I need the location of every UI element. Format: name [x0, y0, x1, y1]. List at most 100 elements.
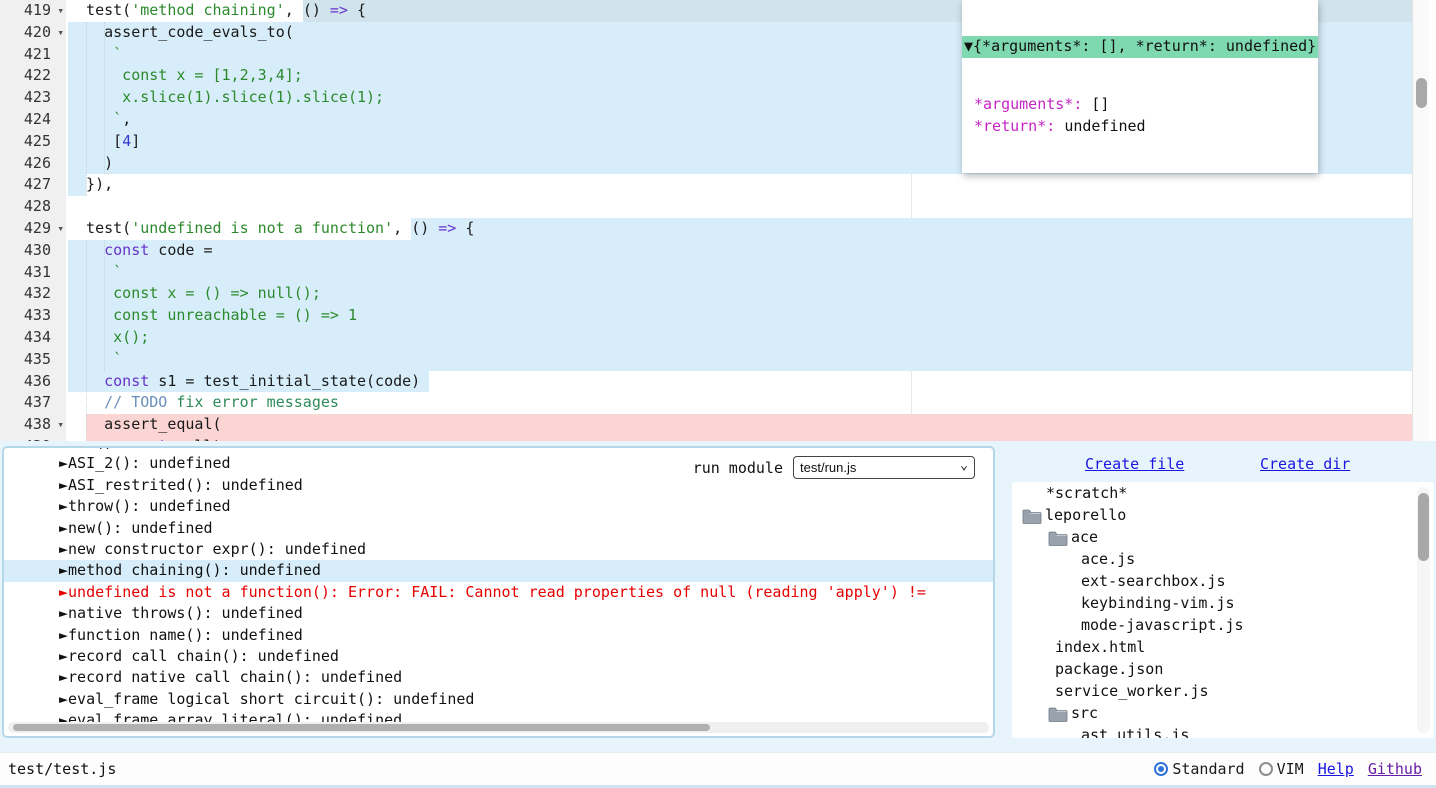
test-result-item[interactable]: ►record native call chain(): undefined: [4, 667, 993, 688]
status-bar: test/test.js Standard VIM Help Github: [0, 752, 1436, 788]
test-result-label: record call chain(): undefined: [68, 647, 339, 665]
tree-file-item[interactable]: keybinding-vim.js: [1012, 592, 1434, 614]
evaluation-highlight: [68, 240, 1412, 262]
tree-file-item[interactable]: *scratch*: [1012, 482, 1434, 504]
tree-item-label: keybinding-vim.js: [1081, 592, 1235, 614]
line-number: 431: [0, 262, 66, 284]
expand-arrow-icon[interactable]: ►: [59, 583, 68, 601]
code-token: test(: [68, 219, 131, 237]
tree-folder-item[interactable]: src: [1012, 702, 1434, 724]
expand-arrow-icon[interactable]: ►: [59, 446, 68, 451]
test-result-item[interactable]: ►method chaining(): undefined: [4, 560, 993, 581]
fold-widget-icon[interactable]: ▾: [57, 414, 64, 436]
vim-radio[interactable]: VIM: [1259, 760, 1304, 778]
test-output-panel: ►ASI(): undefined►ASI_2(): undefined►ASI…: [2, 446, 995, 738]
editor-vertical-scrollbar[interactable]: [1412, 0, 1429, 441]
tree-file-item[interactable]: ace.js: [1012, 548, 1434, 570]
code-line[interactable]: // TODO fix error messages: [68, 392, 1412, 414]
expand-arrow-icon[interactable]: ►: [59, 540, 68, 558]
tooltip-header[interactable]: ▼{*arguments*: [], *return*: undefined}: [962, 36, 1318, 58]
code-token: [: [68, 132, 122, 150]
expand-arrow-icon[interactable]: ►: [59, 690, 68, 708]
expand-arrow-icon[interactable]: ►: [59, 519, 68, 537]
line-number: 428: [0, 196, 66, 218]
expand-arrow-icon[interactable]: ►: [59, 647, 68, 665]
test-result-item[interactable]: ►eval_frame logical short circuit(): und…: [4, 689, 993, 710]
tree-folder-item[interactable]: leporello: [1012, 504, 1434, 526]
code-line[interactable]: x();: [68, 327, 1412, 349]
code-editor[interactable]: 419▾420▾421422423424425426427428429▾4304…: [0, 0, 1436, 441]
test-result-item[interactable]: ►new constructor expr(): undefined: [4, 539, 993, 560]
evaluation-highlight: [68, 262, 1412, 284]
line-number: 432: [0, 283, 66, 305]
tree-item-label: package.json: [1055, 658, 1163, 680]
code-line[interactable]: [68, 196, 1412, 218]
tree-file-item[interactable]: index.html: [1012, 636, 1434, 658]
fold-widget-icon[interactable]: ▾: [57, 22, 64, 44]
code-line[interactable]: assert_equal(: [68, 414, 1412, 436]
test-result-label: native throws(): undefined: [68, 604, 303, 622]
test-result-item[interactable]: ►ASI(): undefined: [4, 446, 993, 453]
output-horizontal-scrollbar[interactable]: [8, 722, 989, 733]
run-module-select[interactable]: test/run.js: [793, 456, 975, 479]
scrollbar-thumb[interactable]: [1418, 493, 1429, 561]
code-line[interactable]: test('undefined is not a function', () =…: [68, 218, 1412, 240]
fold-widget-icon[interactable]: ▾: [57, 0, 64, 22]
test-result-label: throw(): undefined: [68, 497, 231, 515]
run-module-control: run module test/run.js ⌄: [693, 456, 975, 479]
test-result-item[interactable]: ►throw(): undefined: [4, 496, 993, 517]
expand-arrow-icon[interactable]: ►: [59, 561, 68, 579]
code-line[interactable]: `: [68, 262, 1412, 284]
code-token: code =: [149, 241, 212, 259]
test-result-label: ASI_restrited(): undefined: [68, 476, 303, 494]
tooltip-entry[interactable]: *return*: undefined: [962, 116, 1318, 138]
tree-item-label: ast_utils.js: [1081, 724, 1189, 738]
test-result-item[interactable]: ►native throws(): undefined: [4, 603, 993, 624]
tree-item-label: ext-searchbox.js: [1081, 570, 1226, 592]
expand-arrow-icon[interactable]: ►: [59, 476, 68, 494]
expand-arrow-icon[interactable]: ►: [59, 626, 68, 644]
code-line[interactable]: const x = () => null();: [68, 283, 1412, 305]
tooltip-entry[interactable]: *arguments*: []: [962, 94, 1318, 116]
code-token: }),: [68, 175, 113, 193]
tree-vertical-scrollbar[interactable]: [1417, 487, 1430, 733]
code-line[interactable]: `: [68, 349, 1412, 371]
code-token: test(: [68, 1, 131, 19]
test-result-item[interactable]: ►record call chain(): undefined: [4, 646, 993, 667]
editor-gutter: 419▾420▾421422423424425426427428429▾4304…: [0, 0, 66, 441]
code-line[interactable]: }),: [68, 174, 1412, 196]
tree-file-item[interactable]: mode-javascript.js: [1012, 614, 1434, 636]
test-result-item[interactable]: ►function name(): undefined: [4, 625, 993, 646]
expand-arrow-icon[interactable]: ►: [59, 454, 68, 472]
tree-file-item[interactable]: ast_utils.js: [1012, 724, 1434, 738]
line-number: 439: [0, 436, 66, 441]
code-line[interactable]: const calltree = ...: [68, 436, 1412, 441]
line-number: 438▾: [0, 414, 66, 436]
tree-item-label: service_worker.js: [1055, 680, 1209, 702]
radio-unselected-icon[interactable]: [1259, 762, 1273, 776]
expand-arrow-icon[interactable]: ►: [59, 497, 68, 515]
help-link[interactable]: Help: [1318, 760, 1354, 778]
radio-selected-icon[interactable]: [1154, 762, 1168, 776]
code-line[interactable]: const unreachable = () => 1: [68, 305, 1412, 327]
tree-file-item[interactable]: package.json: [1012, 658, 1434, 680]
tree-folder-item[interactable]: ace: [1012, 526, 1434, 548]
fold-widget-icon[interactable]: ▾: [57, 218, 64, 240]
tree-file-item[interactable]: ext-searchbox.js: [1012, 570, 1434, 592]
code-token: const x = () => null();: [68, 284, 321, 302]
code-line[interactable]: const code =: [68, 240, 1412, 262]
expand-arrow-icon[interactable]: ►: [59, 604, 68, 622]
code-line[interactable]: const s1 = test_initial_state(code): [68, 371, 1412, 393]
test-result-item[interactable]: ►undefined is not a function(): Error: F…: [4, 582, 993, 603]
github-link[interactable]: Github: [1368, 760, 1422, 778]
scrollbar-thumb[interactable]: [13, 724, 710, 731]
create-file-link[interactable]: Create file: [1085, 455, 1184, 473]
create-dir-link[interactable]: Create dir: [1260, 455, 1350, 473]
expand-arrow-icon[interactable]: ►: [59, 668, 68, 686]
evaluation-highlight: [86, 414, 1412, 436]
tree-file-item[interactable]: service_worker.js: [1012, 680, 1434, 702]
scrollbar-thumb[interactable]: [1416, 78, 1427, 108]
line-number: 433: [0, 305, 66, 327]
test-result-item[interactable]: ►new(): undefined: [4, 518, 993, 539]
standard-radio[interactable]: Standard: [1154, 760, 1244, 778]
